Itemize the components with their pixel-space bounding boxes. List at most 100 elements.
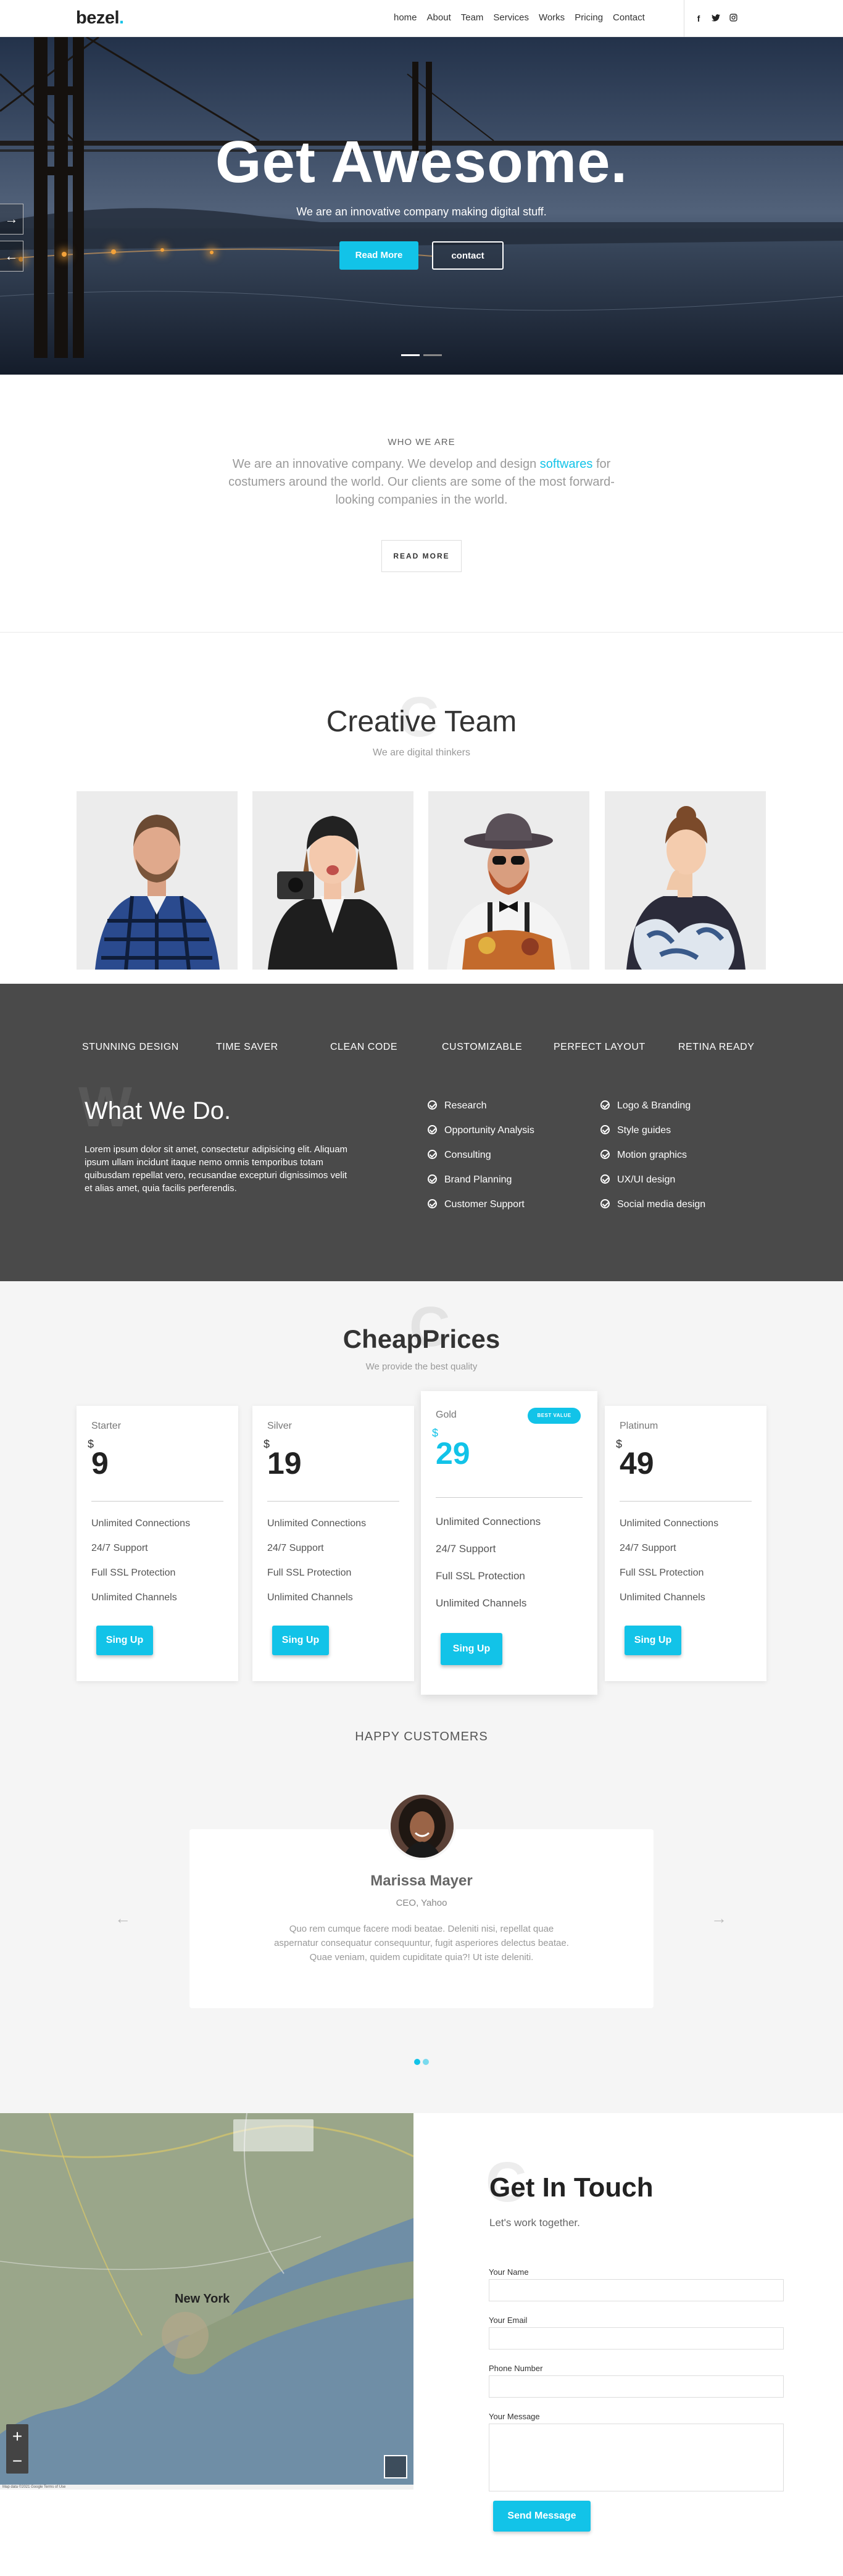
check-circle-icon — [428, 1150, 437, 1159]
testimonial-dot-active[interactable] — [414, 2059, 420, 2065]
check-circle-icon — [600, 1125, 610, 1134]
plan-divider — [620, 1501, 752, 1502]
email-field[interactable] — [489, 2327, 784, 2350]
price-card-platinum: Platinum $ 49 Unlimited Connections 24/7… — [605, 1406, 766, 1681]
feature-perfect-layout: PERFECT LAYOUT — [554, 1042, 646, 1052]
price-card-silver: Silver $ 19 Unlimited Connections 24/7 S… — [252, 1406, 414, 1681]
plan-feature: Full SSL Protection — [91, 1568, 176, 1578]
twitter-icon[interactable] — [712, 14, 720, 23]
nav-item-about[interactable]: About — [422, 12, 456, 24]
message-field[interactable] — [489, 2424, 784, 2491]
page: { "header": { "logo": "bezel", "logo_dot… — [0, 0, 843, 2576]
service-item: Brand Planning — [428, 1174, 512, 1186]
plan-price: 19 — [267, 1446, 302, 1481]
service-item: Logo & Branding — [600, 1100, 691, 1111]
plan-feature: Unlimited Connections — [620, 1518, 719, 1529]
team-member-photo[interactable] — [252, 791, 413, 970]
nav-item-contact[interactable]: Contact — [608, 12, 650, 24]
facebook-icon[interactable]: f — [694, 14, 703, 23]
plan-feature: Unlimited Channels — [267, 1592, 353, 1603]
testimonial-name: Marissa Mayer — [370, 1872, 473, 1889]
slider-dot-active[interactable] — [401, 354, 420, 356]
phone-label: Phone Number — [489, 2364, 543, 2373]
sign-up-button[interactable]: Sing Up — [441, 1633, 502, 1665]
who-text: We are an innovative company. We develop… — [228, 457, 615, 507]
read-more-button[interactable]: Read More — [339, 241, 418, 270]
testimonial-dot[interactable] — [423, 2059, 429, 2065]
message-label: Your Message — [489, 2412, 540, 2421]
sign-up-button[interactable]: Sing Up — [272, 1626, 329, 1655]
feature-stunning-design: STUNNING DESIGN — [82, 1042, 179, 1052]
nav-item-team[interactable]: Team — [456, 12, 489, 24]
who-label: WHO WE ARE — [388, 437, 455, 447]
best-value-badge: BEST VALUE — [528, 1408, 581, 1424]
plan-name: Starter — [91, 1421, 122, 1431]
who-read-more-button[interactable]: READ MORE — [381, 540, 462, 572]
testimonial-next-arrow-icon[interactable]: → — [711, 1909, 727, 1928]
slider-dot[interactable] — [423, 354, 442, 356]
team-subtitle: We are digital thinkers — [373, 747, 470, 758]
zoom-out-button[interactable]: − — [6, 2449, 28, 2474]
plan-feature: 24/7 Support — [267, 1543, 324, 1553]
plan-feature: Unlimited Connections — [91, 1518, 191, 1529]
nav-item-home[interactable]: home — [389, 12, 422, 24]
service-item: Consulting — [428, 1150, 491, 1161]
check-circle-icon — [600, 1199, 610, 1208]
map-satellite-toggle[interactable] — [384, 2455, 407, 2478]
plan-divider — [267, 1501, 399, 1502]
plan-name: Silver — [267, 1421, 293, 1431]
logo[interactable]: bezel. — [76, 8, 124, 28]
service-item: Customer Support — [428, 1199, 525, 1210]
slider-prev-arrow-icon[interactable]: ← — [0, 241, 23, 272]
team-member-photo[interactable] — [77, 791, 238, 970]
phone-field[interactable] — [489, 2375, 784, 2398]
testimonial-role: CEO, Yahoo — [396, 1898, 447, 1908]
service-item: UX/UI design — [600, 1174, 675, 1186]
nav-item-works[interactable]: Works — [534, 12, 570, 24]
hero-subtitle: We are an innovative company making digi… — [296, 206, 547, 218]
team-title: Creative Team — [326, 705, 517, 738]
slider-next-arrow-icon[interactable]: → — [0, 204, 23, 235]
sign-up-button[interactable]: Sing Up — [96, 1626, 153, 1655]
contact-button[interactable]: contact — [432, 241, 504, 270]
contact-subtitle: Let's work together. — [489, 2217, 580, 2229]
zoom-in-button[interactable]: + — [6, 2424, 28, 2449]
check-circle-icon — [428, 1199, 437, 1208]
map-info-box — [233, 2119, 314, 2151]
check-circle-icon — [600, 1150, 610, 1159]
name-field[interactable] — [489, 2279, 784, 2301]
service-item: Research — [428, 1100, 486, 1111]
instagram-icon[interactable] — [729, 14, 737, 23]
contact-title: Get In Touch — [489, 2172, 654, 2203]
plan-feature: Unlimited Connections — [436, 1516, 541, 1527]
team-member-photo[interactable] — [428, 791, 589, 970]
nav-item-pricing[interactable]: Pricing — [570, 12, 608, 24]
plan-divider — [436, 1497, 583, 1498]
feature-time-saver: TIME SAVER — [216, 1042, 278, 1052]
price-card-gold: Gold $ 29 Unlimited Connections 24/7 Sup… — [421, 1391, 597, 1695]
hero-slider: Get Awesome. We are an innovative compan… — [0, 37, 843, 375]
section-divider — [0, 632, 843, 633]
what-title: What We Do. — [85, 1097, 231, 1124]
pricing-title: CheapPrices — [343, 1324, 500, 1353]
service-item: Opportunity Analysis — [428, 1125, 534, 1136]
check-circle-icon — [428, 1125, 437, 1134]
check-circle-icon — [428, 1100, 437, 1110]
plan-feature: Unlimited Connections — [267, 1518, 367, 1529]
map-attribution: Map data ©2021 Google Terms of Use — [0, 2485, 413, 2490]
testimonial-prev-arrow-icon[interactable]: ← — [115, 1909, 131, 1928]
send-message-button[interactable]: Send Message — [493, 2501, 591, 2532]
what-text: Lorem ipsum dolor sit amet, consectetur … — [85, 1144, 348, 1194]
plan-feature: Full SSL Protection — [620, 1568, 704, 1578]
check-circle-icon — [600, 1100, 610, 1110]
plan-feature: Full SSL Protection — [436, 1570, 525, 1582]
nav-item-services[interactable]: Services — [488, 12, 534, 24]
social-links: f — [684, 0, 737, 37]
who-highlight[interactable]: softwares — [540, 457, 593, 471]
site-header: bezel. home About Team Services Works Pr… — [0, 0, 843, 37]
pricing-subtitle: We provide the best quality — [365, 1361, 478, 1372]
sign-up-button[interactable]: Sing Up — [625, 1626, 681, 1655]
plan-name: Gold — [436, 1410, 457, 1420]
team-member-photo[interactable] — [605, 791, 766, 970]
name-label: Your Name — [489, 2267, 529, 2277]
